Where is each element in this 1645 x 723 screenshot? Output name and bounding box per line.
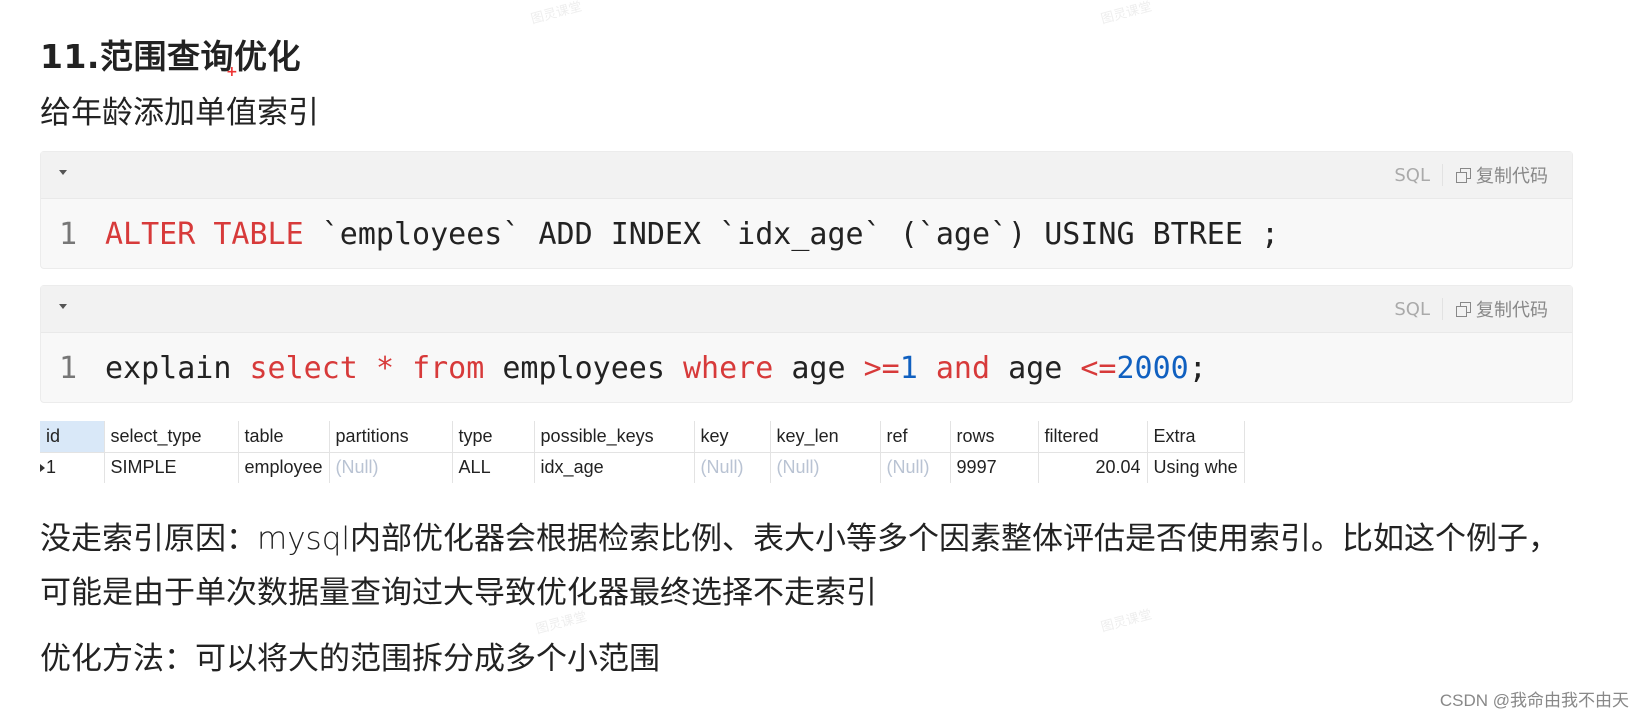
tools-divider	[1442, 298, 1443, 320]
code-token-plain: ;	[1188, 350, 1207, 386]
code-token-num: 2000	[1116, 350, 1189, 386]
footer-credit: CSDN @我命由我不由天	[1439, 691, 1629, 710]
code-token-num: 1	[899, 350, 918, 386]
explain-result-table: id select_type table partitions type pos…	[40, 421, 1245, 483]
column-header-extra[interactable]: Extra	[1147, 421, 1245, 453]
code-token-plain: explain	[105, 350, 250, 386]
column-header-key[interactable]: key	[694, 421, 771, 453]
code-line: 1 ALTER TABLE `employees` ADD INDEX `idx…	[41, 199, 1572, 269]
code-language-label: SQL	[1394, 298, 1430, 320]
cell-rows[interactable]: 9997	[950, 452, 1039, 483]
cursor-crosshair-icon: +	[226, 64, 238, 80]
column-header-key-len[interactable]: key_len	[770, 421, 881, 453]
copy-code-label: 复制代码	[1476, 300, 1548, 321]
copy-code-label: 复制代码	[1476, 166, 1548, 187]
method-paragraph: 优化方法：可以将大的范围拆分成多个小范围	[40, 641, 660, 677]
watermark: 图灵课堂	[1099, 0, 1154, 28]
reason-paragraph: 没走索引原因：mysql内部优化器会根据检索比例、表大小等多个因素整体评估是否使…	[40, 521, 1559, 611]
code-token-plain: `employees` ADD INDEX `idx_age` (`age`) …	[303, 216, 1280, 252]
code-token-kw: select	[249, 350, 358, 386]
column-header-type[interactable]: type	[452, 421, 535, 453]
code-block-tools: SQL 复制代码	[1394, 296, 1548, 322]
copy-icon	[1455, 167, 1471, 183]
table-header-row: id select_type table partitions type pos…	[40, 421, 1245, 453]
cell-possible-keys[interactable]: idx_age	[534, 452, 695, 483]
cell-select-type[interactable]: SIMPLE	[104, 452, 239, 483]
tools-divider	[1442, 164, 1443, 186]
column-header-filtered[interactable]: filtered	[1038, 421, 1148, 453]
copy-code-button[interactable]: 复制代码	[1455, 162, 1548, 188]
cell-table[interactable]: employee	[238, 452, 330, 483]
cell-partitions[interactable]: (Null)	[329, 452, 453, 483]
copy-icon	[1455, 301, 1471, 317]
intro-paragraph: 给年龄添加单值索引	[40, 95, 319, 131]
code-token-kw: >=	[863, 350, 900, 386]
watermark: 图灵课堂	[529, 0, 584, 28]
line-number: 1	[59, 350, 78, 386]
cell-filtered[interactable]: 20.04	[1038, 452, 1148, 483]
cell-id[interactable]: 1	[40, 452, 105, 483]
column-header-ref[interactable]: ref	[880, 421, 951, 453]
code-text: ALTER TABLE `employees` ADD INDEX `idx_a…	[105, 217, 1279, 252]
line-number: 1	[59, 216, 78, 252]
column-header-possible-keys[interactable]: possible_keys	[534, 421, 695, 453]
cell-type[interactable]: ALL	[452, 452, 535, 483]
column-header-table[interactable]: table	[238, 421, 330, 453]
code-block-tools: SQL 复制代码	[1394, 162, 1548, 188]
code-token-kw: <=	[1080, 350, 1117, 386]
cell-ref[interactable]: (Null)	[880, 452, 951, 483]
code-language-label: SQL	[1394, 164, 1430, 186]
cell-key-len[interactable]: (Null)	[770, 452, 881, 483]
code-token-kw: where	[683, 350, 774, 386]
column-header-rows[interactable]: rows	[950, 421, 1039, 453]
code-token-plain: age	[990, 350, 1081, 386]
code-token-kw: and	[935, 350, 991, 386]
section-heading: 11.范围查询优化	[40, 37, 301, 76]
code-text: explain select * from employees where ag…	[105, 351, 1207, 386]
cell-extra[interactable]: Using whe	[1147, 452, 1245, 483]
code-token-kw: *	[375, 350, 394, 386]
code-token-plain: age	[773, 350, 864, 386]
code-block-explain: SQL 复制代码 1 explain select * from employe…	[40, 285, 1573, 403]
column-header-partitions[interactable]: partitions	[329, 421, 453, 453]
current-row-indicator-icon	[40, 464, 45, 472]
code-token-kw: ALTER TABLE	[105, 216, 304, 252]
code-line: 1 explain select * from employees where …	[41, 333, 1572, 403]
code-block-header: SQL 复制代码	[41, 152, 1572, 199]
collapse-toggle-icon[interactable]	[59, 170, 67, 175]
code-block-header: SQL 复制代码	[41, 286, 1572, 333]
copy-code-button[interactable]: 复制代码	[1455, 296, 1548, 322]
code-block-alter-table: SQL 复制代码 1 ALTER TABLE `employees` ADD I…	[40, 151, 1573, 269]
table-row[interactable]: 1 SIMPLE employee (Null) ALL idx_age (Nu…	[40, 452, 1245, 483]
collapse-toggle-icon[interactable]	[59, 304, 67, 309]
code-token-plain: employees	[484, 350, 683, 386]
cell-key[interactable]: (Null)	[694, 452, 771, 483]
column-header-id[interactable]: id	[40, 421, 105, 453]
column-header-select-type[interactable]: select_type	[104, 421, 239, 453]
code-token-kw: from	[412, 350, 485, 386]
